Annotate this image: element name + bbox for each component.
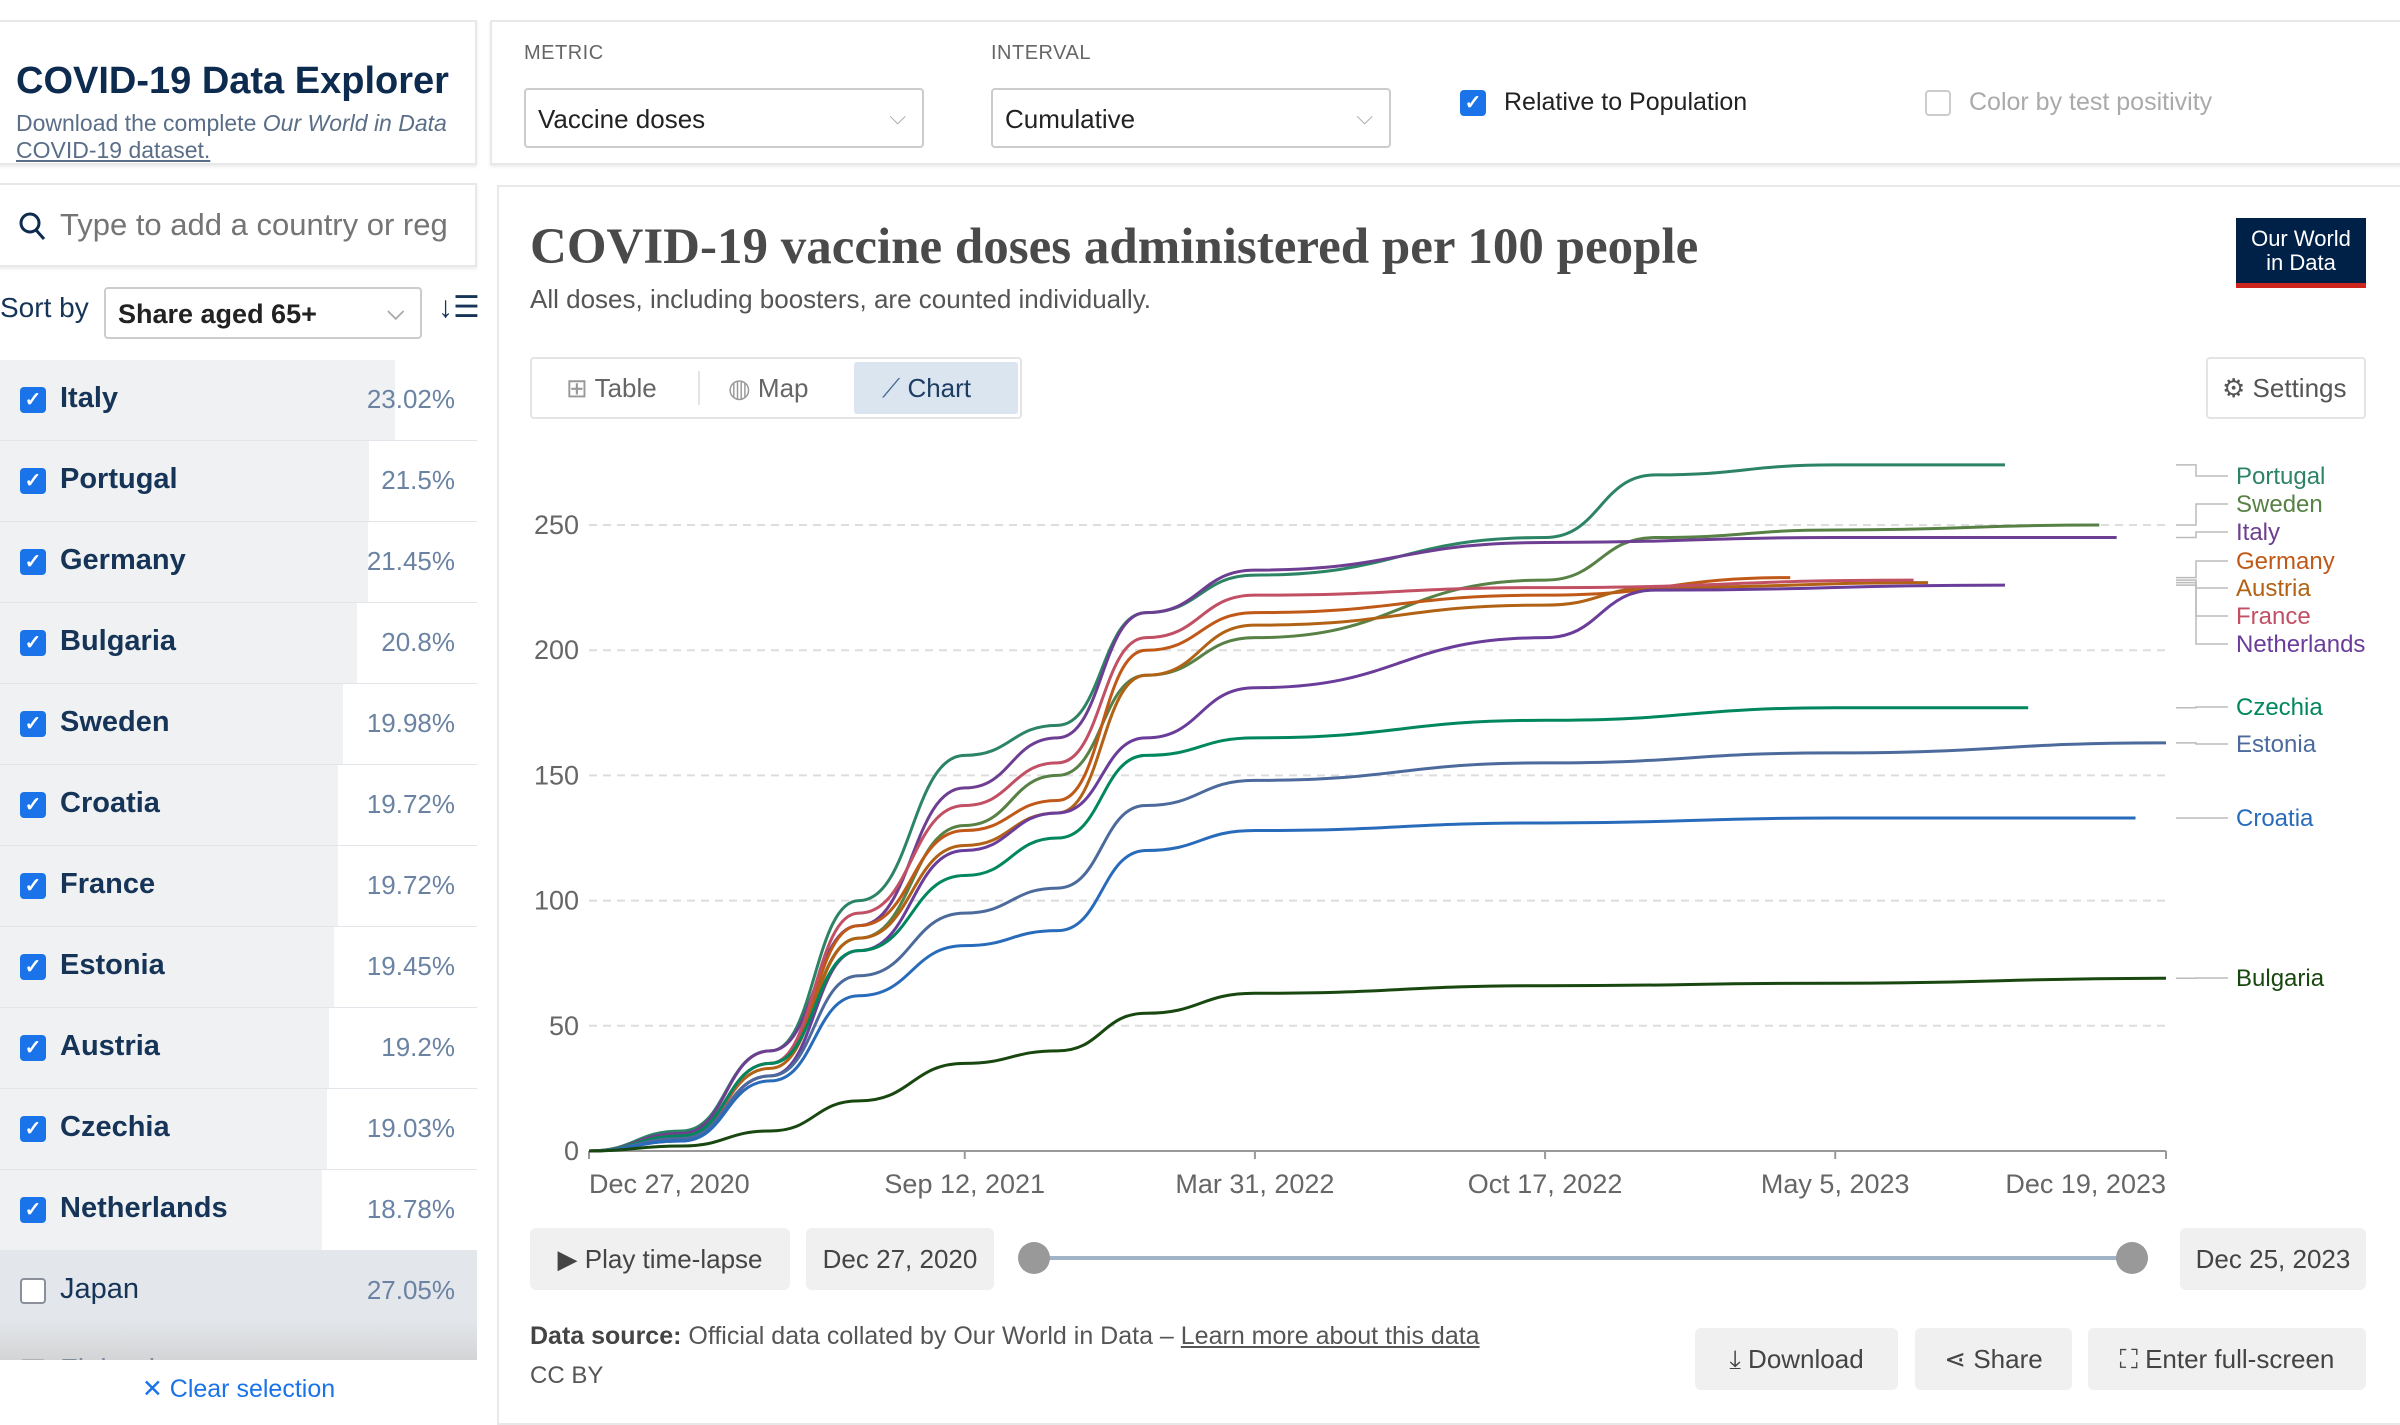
x-tick-label: May 5, 2023 xyxy=(1761,1169,1910,1199)
share-icon: ⋖ xyxy=(1944,1344,1966,1374)
series-label-estonia: Estonia xyxy=(2236,731,2317,758)
y-tick-label: 50 xyxy=(549,1011,579,1041)
y-tick-label: 150 xyxy=(534,760,579,790)
y-tick-label: 0 xyxy=(564,1136,579,1166)
timeline-track[interactable] xyxy=(1034,1256,2132,1260)
x-tick-label: Dec 27, 2020 xyxy=(589,1169,750,1199)
series-label-portugal: Portugal xyxy=(2236,463,2325,490)
line-chart: 0 50 100 150 200 250 Dec 27, 2020 Sep 12, 2021 M… xyxy=(0,0,2400,1416)
fullscreen-button[interactable]: ⛶ Enter full-screen xyxy=(2088,1328,2366,1390)
label-connector xyxy=(2176,504,2228,525)
share-button[interactable]: ⋖ Share xyxy=(1915,1328,2072,1390)
y-tick-label: 200 xyxy=(534,635,579,665)
series-line-sweden xyxy=(589,525,2099,1151)
play-label: Play time-lapse xyxy=(585,1244,763,1274)
series-label-italy: Italy xyxy=(2236,519,2280,546)
timeline-end-handle[interactable] xyxy=(2116,1242,2148,1274)
label-connector xyxy=(2176,561,2228,578)
download-icon: ⤓ xyxy=(1729,1344,1741,1374)
series-label-france: France xyxy=(2236,603,2311,630)
x-tick-label: Sep 12, 2021 xyxy=(884,1169,1045,1199)
series-label-sweden: Sweden xyxy=(2236,491,2323,518)
series-line-netherlands xyxy=(589,585,2005,1151)
share-label: Share xyxy=(1973,1344,2042,1374)
label-connector xyxy=(2176,585,2228,644)
start-date[interactable]: Dec 27, 2020 xyxy=(806,1228,994,1290)
fullscreen-label: Enter full-screen xyxy=(2145,1344,2334,1374)
download-button[interactable]: ⤓ Download xyxy=(1695,1328,1898,1390)
source-label: Data source: xyxy=(530,1322,681,1350)
x-tick-label: Oct 17, 2022 xyxy=(1468,1169,1623,1199)
label-connector xyxy=(2176,532,2228,538)
series-label-netherlands: Netherlands xyxy=(2236,631,2365,658)
series-label-austria: Austria xyxy=(2236,575,2311,602)
label-connector xyxy=(2176,465,2228,476)
download-label: Download xyxy=(1748,1344,1864,1374)
timeline-start-handle[interactable] xyxy=(1018,1242,1050,1274)
y-tick-label: 250 xyxy=(534,510,579,540)
label-connector xyxy=(2176,707,2228,708)
data-source: Data source: Official data collated by O… xyxy=(530,1322,1480,1351)
x-tick-label: Mar 31, 2022 xyxy=(1175,1169,1334,1199)
series-line-estonia xyxy=(589,743,2166,1151)
expand-icon: ⛶ xyxy=(2120,1344,2138,1374)
play-icon: ▶ xyxy=(558,1244,578,1274)
learn-more-link[interactable]: Learn more about this data xyxy=(1181,1322,1480,1350)
series-line-czechia xyxy=(589,708,2028,1151)
y-tick-label: 100 xyxy=(534,886,579,916)
series-label-bulgaria: Bulgaria xyxy=(2236,965,2325,992)
series-label-croatia: Croatia xyxy=(2236,805,2314,832)
label-connector xyxy=(2176,743,2228,744)
series-line-italy xyxy=(589,538,2117,1151)
series-label-czechia: Czechia xyxy=(2236,694,2323,721)
source-text: Official data collated by Our World in D… xyxy=(681,1322,1180,1350)
series-line-france xyxy=(589,580,1914,1151)
end-date[interactable]: Dec 25, 2023 xyxy=(2180,1228,2366,1290)
series-label-germany: Germany xyxy=(2236,548,2335,575)
x-tick-label: Dec 19, 2023 xyxy=(2005,1169,2166,1199)
play-timelapse-button[interactable]: ▶ Play time-lapse xyxy=(530,1228,790,1290)
license: CC BY xyxy=(530,1362,603,1390)
